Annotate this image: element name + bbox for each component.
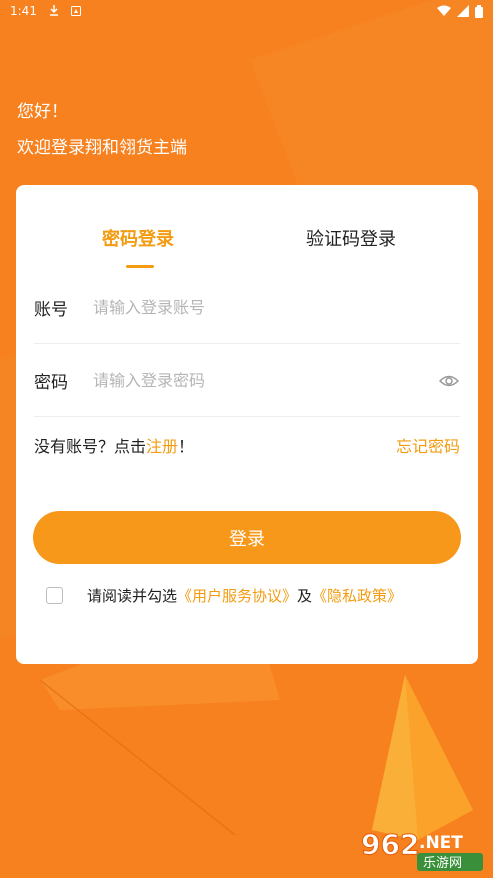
agreement-prefix: 请阅读并勾选	[87, 587, 178, 605]
watermark-suffix: .NET	[419, 833, 463, 853]
account-label: 账号	[34, 300, 68, 320]
status-bar: 1:41	[0, 0, 493, 22]
register-prefix: 没有账号？点击	[34, 437, 147, 456]
greeting-welcome: 欢迎登录翔和翎货主端	[17, 138, 187, 158]
eye-icon[interactable]	[438, 370, 460, 392]
wifi-icon	[437, 5, 451, 17]
register-prompt: 没有账号？点击注册！	[34, 433, 194, 457]
download-icon	[49, 5, 59, 17]
register-row: 没有账号？点击注册！ 忘记密码	[34, 433, 460, 457]
privacy-policy-link[interactable]: 《隐私政策》	[312, 587, 402, 605]
user-agreement-link[interactable]: 《用户服务协议》	[177, 587, 297, 605]
password-input[interactable]	[93, 371, 438, 390]
signal-icon	[457, 5, 469, 17]
watermark-number: 962	[361, 828, 419, 861]
agreement-row: 请阅读并勾选《用户服务协议》及《隐私政策》	[46, 585, 466, 606]
watermark-logo: 962 .NET 乐游网	[357, 824, 487, 874]
agreement-text: 请阅读并勾选《用户服务协议》及《隐私政策》	[87, 585, 402, 606]
greeting: 您好！ 欢迎登录翔和翎货主端	[17, 100, 187, 160]
forgot-password-link[interactable]: 忘记密码	[396, 433, 460, 457]
password-field: 密码	[34, 345, 460, 417]
tab-password-login[interactable]: 密码登录	[102, 225, 174, 251]
status-time: 1:41	[10, 4, 37, 18]
battery-icon	[475, 4, 483, 18]
watermark-subtitle: 乐游网	[423, 856, 462, 871]
agreement-connector: 及	[297, 587, 313, 605]
account-input[interactable]	[93, 298, 460, 317]
notification-icon	[70, 6, 81, 16]
login-button[interactable]: 登录	[33, 511, 461, 564]
login-card: 密码登录 验证码登录 账号 密码 没有账号？点击注册！ 忘记密码 登录 请阅读并…	[16, 185, 478, 664]
register-suffix: ！	[178, 437, 195, 456]
account-field: 账号	[34, 272, 460, 344]
active-tab-indicator	[126, 265, 154, 268]
agreement-checkbox[interactable]	[46, 587, 63, 604]
greeting-hello: 您好！	[17, 102, 68, 122]
register-link[interactable]: 注册	[146, 437, 178, 456]
login-tabs: 密码登录 验证码登录	[16, 225, 478, 275]
password-label: 密码	[34, 373, 68, 393]
tab-code-login[interactable]: 验证码登录	[306, 225, 396, 251]
